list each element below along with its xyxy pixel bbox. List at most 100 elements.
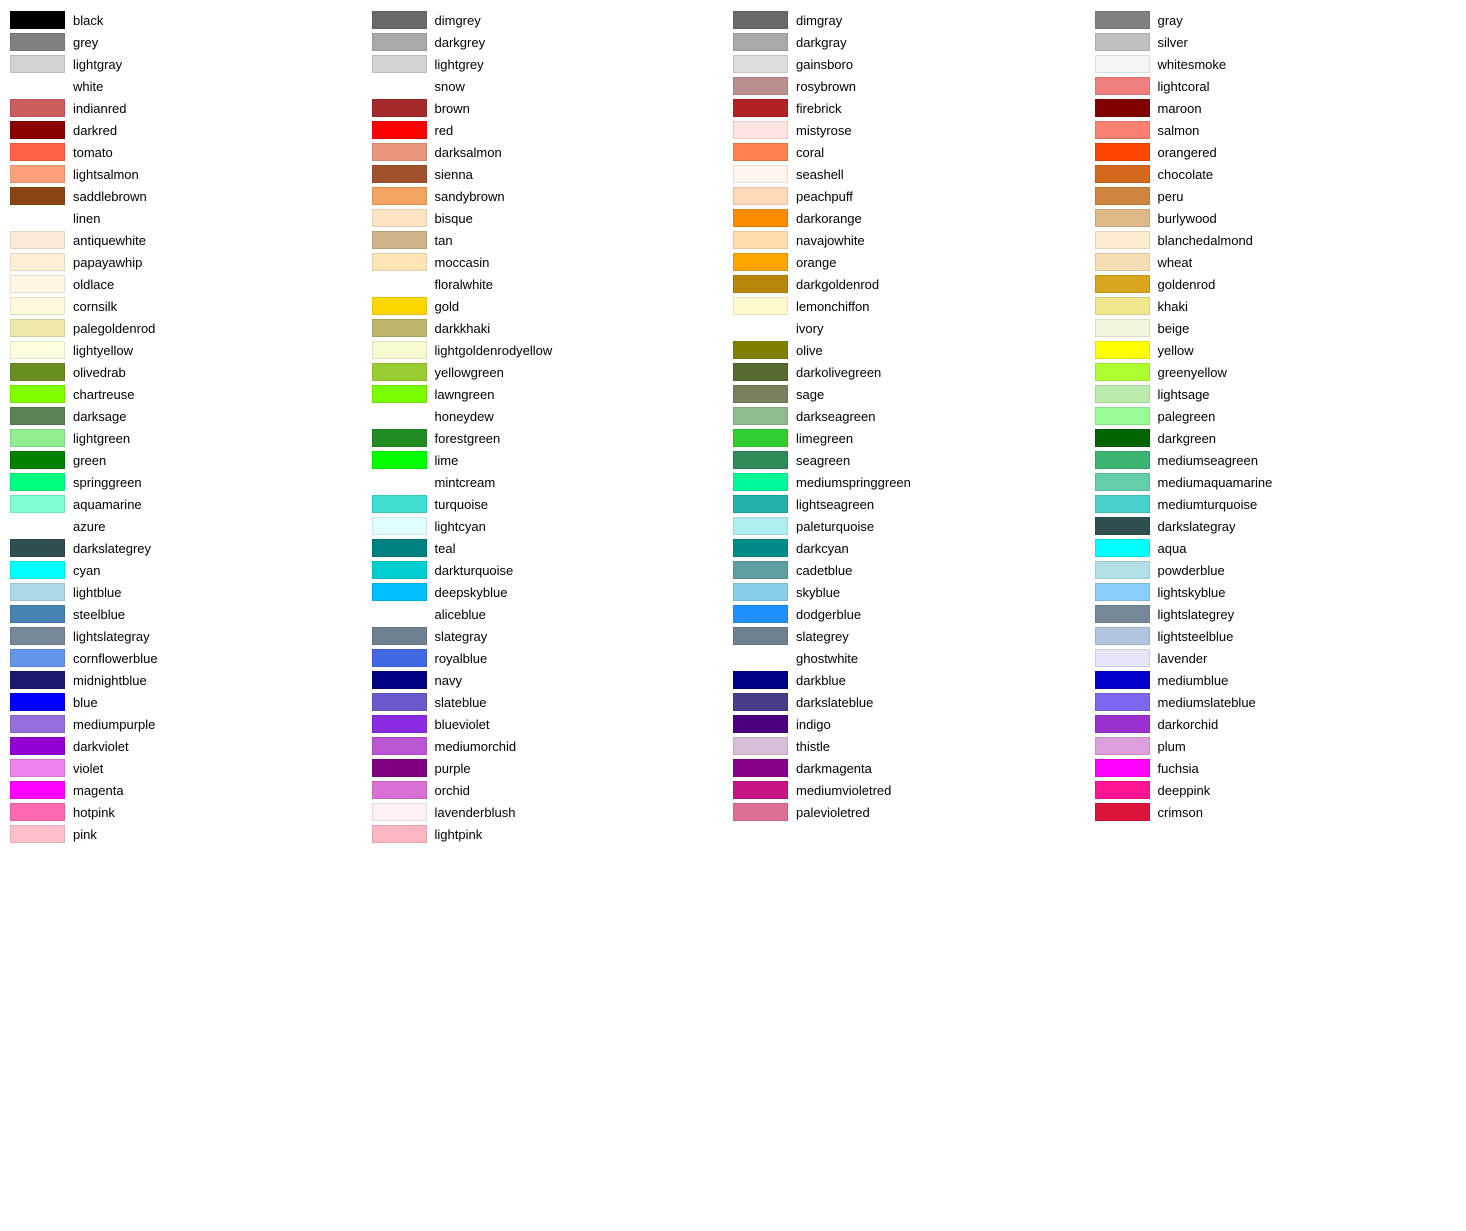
color-name-label: indigo (796, 717, 831, 732)
color-swatch (10, 605, 65, 623)
color-name-label: darksage (73, 409, 126, 424)
color-row: sandybrown (372, 186, 734, 206)
color-swatch (10, 473, 65, 491)
color-row: orangered (1095, 142, 1457, 162)
color-row: ghostwhite (733, 648, 1095, 668)
color-name-label: mintcream (435, 475, 496, 490)
color-row: indianred (10, 98, 372, 118)
color-name-label: tomato (73, 145, 113, 160)
color-swatch (372, 99, 427, 117)
color-name-label: burlywood (1158, 211, 1217, 226)
color-name-label: darkslateblue (796, 695, 873, 710)
color-name-label: blanchedalmond (1158, 233, 1253, 248)
color-row: thistle (733, 736, 1095, 756)
color-swatch (372, 671, 427, 689)
color-name-label: tan (435, 233, 453, 248)
color-row: palevioletred (733, 802, 1095, 822)
color-name-label: dodgerblue (796, 607, 861, 622)
color-name-label: lightblue (73, 585, 121, 600)
color-name-label: palegreen (1158, 409, 1216, 424)
color-row: seagreen (733, 450, 1095, 470)
color-swatch (372, 627, 427, 645)
color-name-label: olive (796, 343, 823, 358)
color-row: oldlace (10, 274, 372, 294)
color-swatch (733, 781, 788, 799)
color-name-label: purple (435, 761, 471, 776)
color-name-label: oldlace (73, 277, 114, 292)
color-swatch (372, 143, 427, 161)
color-name-label: chartreuse (73, 387, 134, 402)
color-row: darkred (10, 120, 372, 140)
color-swatch (1095, 715, 1150, 733)
color-swatch (10, 253, 65, 271)
color-name-label: honeydew (435, 409, 494, 424)
color-row: black (10, 10, 372, 30)
color-row: darkgoldenrod (733, 274, 1095, 294)
color-name-label: midnightblue (73, 673, 147, 688)
color-name-label: darkturquoise (435, 563, 514, 578)
color-row: fuchsia (1095, 758, 1457, 778)
color-swatch (1095, 561, 1150, 579)
color-swatch (372, 11, 427, 29)
color-swatch (733, 715, 788, 733)
color-swatch (733, 517, 788, 535)
color-row: darksage (10, 406, 372, 426)
color-name-label: royalblue (435, 651, 488, 666)
color-swatch (372, 77, 427, 95)
color-name-label: darkorange (796, 211, 862, 226)
color-name-label: darkred (73, 123, 117, 138)
color-swatch (733, 759, 788, 777)
color-row: mediumpurple (10, 714, 372, 734)
color-name-label: mediumblue (1158, 673, 1229, 688)
color-row: lightblue (10, 582, 372, 602)
color-name-label: deeppink (1158, 783, 1211, 798)
color-row: orange (733, 252, 1095, 272)
color-swatch (372, 825, 427, 843)
color-swatch (372, 385, 427, 403)
color-row: steelblue (10, 604, 372, 624)
color-row: mediumaquamarine (1095, 472, 1457, 492)
color-name-label: goldenrod (1158, 277, 1216, 292)
color-swatch (372, 363, 427, 381)
color-row: crimson (1095, 802, 1457, 822)
color-name-label: saddlebrown (73, 189, 147, 204)
color-row: burlywood (1095, 208, 1457, 228)
color-swatch (733, 187, 788, 205)
color-swatch (10, 825, 65, 843)
color-row: seashell (733, 164, 1095, 184)
color-row: yellowgreen (372, 362, 734, 382)
color-row: lightcoral (1095, 76, 1457, 96)
color-name-label: forestgreen (435, 431, 501, 446)
color-name-label: pink (73, 827, 97, 842)
color-row: goldenrod (1095, 274, 1457, 294)
color-swatch (1095, 319, 1150, 337)
color-name-label: lightslategrey (1158, 607, 1235, 622)
color-row: pink (10, 824, 372, 844)
color-row: lightsteelblue (1095, 626, 1457, 646)
color-swatch (1095, 451, 1150, 469)
color-name-label: mediumturquoise (1158, 497, 1258, 512)
color-name-label: dimgray (796, 13, 842, 28)
color-row: antiquewhite (10, 230, 372, 250)
color-swatch (1095, 627, 1150, 645)
color-swatch (733, 33, 788, 51)
color-grid: blackgreylightgraywhiteindianreddarkredt… (10, 10, 1456, 844)
color-row: skyblue (733, 582, 1095, 602)
color-swatch (733, 253, 788, 271)
color-row: tan (372, 230, 734, 250)
color-swatch (372, 803, 427, 821)
color-swatch (10, 165, 65, 183)
color-row: forestgreen (372, 428, 734, 448)
color-row: indigo (733, 714, 1095, 734)
color-name-label: aqua (1158, 541, 1187, 556)
color-row: moccasin (372, 252, 734, 272)
color-swatch (10, 121, 65, 139)
color-row: sage (733, 384, 1095, 404)
color-row: salmon (1095, 120, 1457, 140)
color-name-label: slategray (435, 629, 488, 644)
color-row: lightgrey (372, 54, 734, 74)
color-name-label: chocolate (1158, 167, 1214, 182)
color-swatch (10, 363, 65, 381)
color-name-label: silver (1158, 35, 1188, 50)
color-swatch (733, 121, 788, 139)
